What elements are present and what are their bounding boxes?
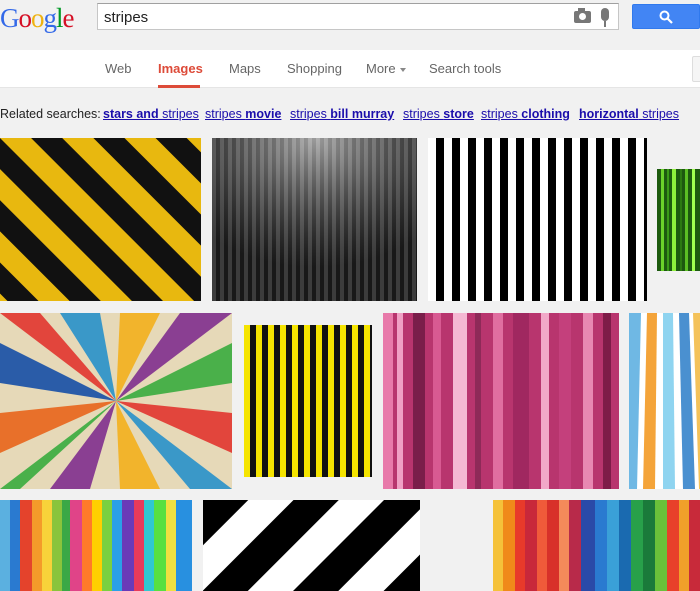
related-link-bold: stars and — [103, 107, 159, 121]
search-nav: Web Images Maps Shopping More Search too… — [0, 50, 700, 88]
logo-letter: g — [43, 3, 57, 33]
stripe-image — [244, 325, 372, 477]
microphone-icon[interactable] — [601, 8, 609, 27]
google-logo[interactable]: Google — [0, 3, 74, 34]
stripe-image — [629, 313, 700, 489]
stripe-image — [0, 138, 201, 301]
tab-web[interactable]: Web — [105, 61, 132, 76]
search-box — [97, 3, 619, 30]
active-tab-indicator — [158, 85, 200, 88]
related-link-bold: horizontal — [579, 107, 639, 121]
image-result-yellow-black-vertical[interactable] — [244, 325, 372, 477]
image-result-grey-vertical-gradient[interactable] — [212, 138, 417, 301]
camera-icon[interactable] — [574, 8, 591, 23]
tab-images[interactable]: Images — [158, 61, 203, 76]
logo-letter: e — [62, 3, 75, 33]
image-result-black-white-vertical[interactable] — [428, 138, 647, 301]
related-link-text: stripes — [481, 107, 522, 121]
related-link-bold: store — [443, 107, 474, 121]
related-link[interactable]: stripes clothing — [481, 107, 570, 121]
stripe-image — [0, 313, 232, 489]
related-link[interactable]: stripes movie — [205, 107, 281, 121]
tab-shopping[interactable]: Shopping — [287, 61, 342, 76]
header: Google — [0, 0, 700, 50]
image-result-multicolor-vertical[interactable] — [493, 500, 700, 591]
search-button[interactable] — [632, 4, 700, 29]
stripe-image — [0, 500, 192, 591]
related-link-text: stripes — [158, 107, 199, 121]
image-result-green-vertical[interactable] — [657, 169, 700, 271]
logo-letter: o — [31, 3, 44, 33]
search-input[interactable] — [104, 7, 564, 27]
image-result-rainbow-starburst[interactable] — [0, 313, 232, 489]
related-link[interactable]: horizontal stripes — [579, 107, 679, 121]
related-link-text: stripes — [205, 107, 246, 121]
related-link-text: stripes — [403, 107, 444, 121]
related-link-text: stripes — [290, 107, 331, 121]
image-result-pink-vertical[interactable] — [383, 313, 619, 489]
image-result-yellow-black-diagonal[interactable] — [0, 138, 201, 301]
stripe-image — [212, 138, 417, 301]
related-searches-label: Related searches: — [0, 107, 101, 121]
tab-more[interactable]: More — [366, 61, 406, 76]
logo-letter: G — [0, 3, 19, 33]
related-link-bold: bill murray — [330, 107, 395, 121]
related-link-bold: movie — [245, 107, 282, 121]
chevron-down-icon — [399, 67, 406, 72]
stripe-image — [203, 500, 420, 591]
related-link-text: stripes — [638, 107, 680, 121]
tab-maps[interactable]: Maps — [229, 61, 261, 76]
image-result-rainbow-vertical[interactable] — [0, 500, 192, 591]
search-tools-button[interactable]: Search tools — [429, 61, 501, 76]
related-link-bold: clothing — [521, 107, 570, 121]
stripe-image — [428, 138, 647, 301]
search-icon — [659, 10, 673, 24]
stripe-image — [383, 313, 619, 489]
image-result-black-white-diagonal[interactable] — [203, 500, 420, 591]
related-link[interactable]: stripes store — [403, 107, 474, 121]
settings-button[interactable] — [692, 56, 700, 82]
tab-more-label: More — [366, 61, 396, 76]
stripe-image — [493, 500, 700, 591]
logo-letter: o — [18, 3, 32, 33]
related-link[interactable]: stars and stripes — [103, 107, 199, 121]
stripe-image — [657, 169, 700, 271]
related-link[interactable]: stripes bill murray — [290, 107, 394, 121]
image-result-pastel-vertical[interactable] — [629, 313, 700, 489]
